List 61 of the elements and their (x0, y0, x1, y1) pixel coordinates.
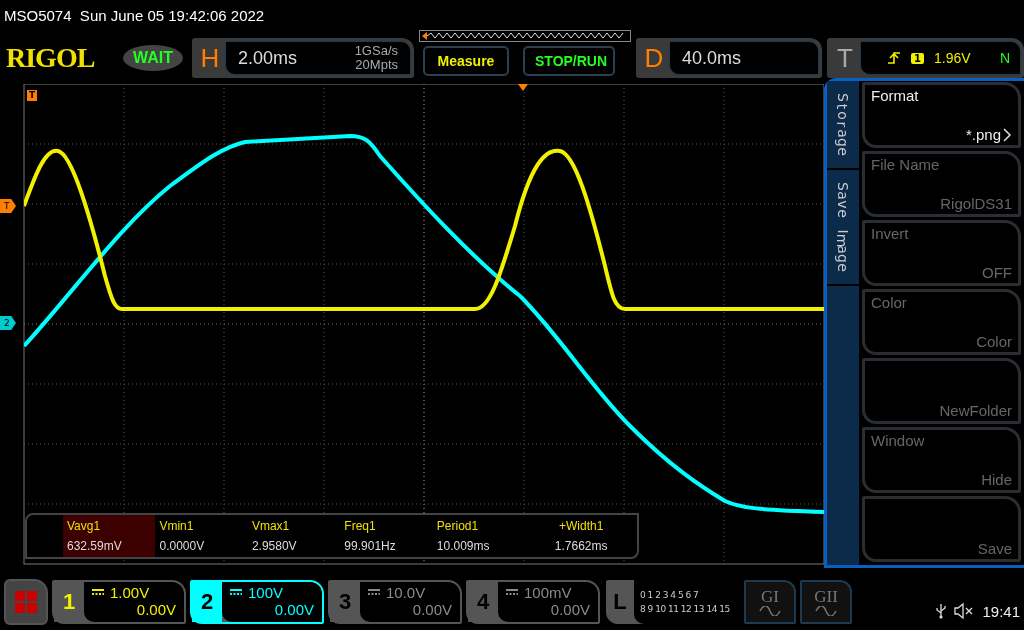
delay-label: D (643, 42, 665, 75)
channel-offset: 0.00V (412, 601, 452, 618)
measurement-item[interactable]: Vavg1 632.59mV (63, 515, 156, 557)
memory-depth: 20Mpts (355, 58, 398, 72)
speaker-muted-icon (954, 603, 975, 619)
clock: 19:41 (982, 602, 1020, 620)
trigger-level: 1.96V (933, 50, 972, 66)
generator-button[interactable]: GII (800, 580, 852, 624)
channel-box[interactable]: 4 100mV 0.00V (466, 580, 600, 624)
logic-box[interactable]: L 0 1 2 3 4 5 6 7 8 9 10 11 12 13 14 15 (606, 580, 740, 624)
channel-offset: 0.00V (550, 601, 590, 618)
dc-coupling-icon (92, 589, 104, 596)
channel-scale: 100V (248, 584, 284, 601)
trigger-position-arrow-icon (518, 84, 528, 91)
generator-button[interactable]: GI (744, 580, 796, 624)
logic-channels: 8 9 10 11 12 13 14 15 (640, 604, 731, 614)
sine-wave-icon (815, 606, 837, 616)
run-state-badge: WAIT (123, 45, 183, 71)
logic-channels: 0 1 2 3 4 5 6 7 (640, 590, 700, 600)
dc-coupling-icon (230, 589, 242, 596)
channel-number: 2 (192, 582, 222, 622)
trigger-mode: N (999, 50, 1010, 66)
measurement-item[interactable]: Freq1 99.901Hz (340, 515, 433, 557)
usb-icon (936, 603, 947, 619)
softkey[interactable]: Format *.png (862, 82, 1021, 148)
logic-label: L (612, 588, 628, 616)
measurement-item[interactable]: Vmin1 0.0000V (155, 515, 248, 557)
channel-scale: 100mV (524, 584, 572, 601)
channel-box[interactable]: 1 1.00V 0.00V (52, 580, 186, 624)
dc-coupling-icon (506, 589, 518, 596)
horizontal-label: H (199, 42, 221, 75)
sample-rate: 1GSa/s (354, 44, 398, 58)
trigger-label: T (836, 42, 854, 75)
measurement-item[interactable]: +Width1 1.7662ms (525, 515, 637, 557)
channel-box[interactable]: 2 100V 0.00V (190, 580, 324, 624)
measurement-item[interactable]: Vmax1 2.9580V (247, 515, 341, 557)
trigger-level-marker[interactable]: T (0, 199, 16, 213)
grid-icon (14, 590, 38, 614)
rising-edge-icon (887, 51, 901, 65)
status-text: MSO5074 Sun June 05 19:42:06 2022 (3, 6, 266, 26)
apps-button[interactable] (4, 579, 48, 625)
trigger-source: 1 (911, 52, 924, 64)
channel-scale: 10.0V (386, 584, 426, 601)
trigger-position-marker: T (27, 90, 38, 101)
measurement-item[interactable]: Period1 10.009ms (432, 515, 526, 557)
channel-offset: 0.00V (136, 601, 176, 618)
sine-wave-icon (759, 606, 781, 616)
channel-scale: 1.00V (110, 584, 150, 601)
channel-marker[interactable]: 2 (0, 316, 16, 330)
channel-box[interactable]: 3 10.0V 0.00V (328, 580, 462, 624)
dc-coupling-icon (368, 589, 380, 596)
measure-button[interactable]: Measure (423, 46, 509, 76)
brand-logo: RIGOL (6, 42, 96, 74)
trigger-panel[interactable]: T 1 1.96V N (827, 38, 1024, 78)
chevron-right-icon (1002, 126, 1012, 143)
delay-panel[interactable]: D 40.0ms (636, 38, 822, 78)
delay-value: 40.0ms (682, 47, 743, 69)
horizontal-panel[interactable]: H 2.00ms 1GSa/s 20Mpts (192, 38, 414, 78)
channel-offset: 0.00V (274, 601, 314, 618)
run-button[interactable]: STOP/RUN (523, 46, 615, 76)
timebase-value: 2.00ms (238, 47, 299, 69)
